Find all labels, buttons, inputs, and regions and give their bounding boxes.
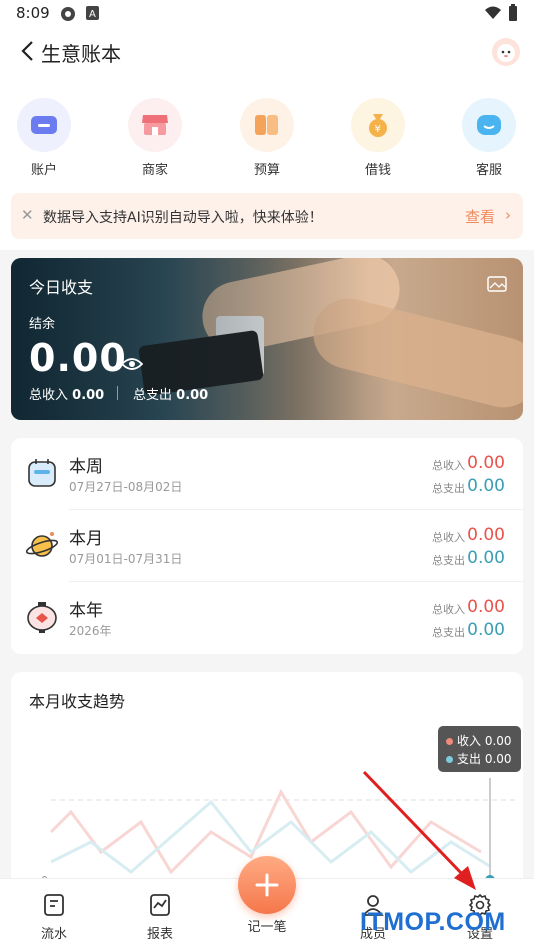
list-icon — [44, 894, 64, 916]
money-bag-icon: ¥ — [351, 98, 405, 152]
wallet-icon — [17, 98, 71, 152]
nav-label: 流水 — [40, 927, 67, 942]
nav-item-transactions[interactable]: 流水 — [24, 893, 84, 942]
add-record-button[interactable] — [238, 856, 296, 914]
expense-dot-icon — [446, 756, 453, 763]
expense-label: 总支出 — [432, 554, 465, 567]
period-summary-list: 本周 07月27日-08月02日 总收入 0.00 总支出 0.00 本月 07… — [11, 438, 523, 654]
period-name: 本年 — [69, 601, 103, 621]
app-notification-icon — [61, 7, 75, 21]
balance-value: 0.00 — [29, 336, 127, 380]
list-item-month[interactable]: 本月 07月01日-07月31日 总收入 0.00 总支出 0.00 — [11, 510, 523, 582]
promo-banner[interactable]: ✕ 数据导入支持AI识别自动导入啦，快来体验！ 查看 › — [11, 193, 523, 239]
quick-action-label: 预算 — [253, 163, 280, 178]
tooltip-expense-label: 支出 — [457, 752, 482, 766]
mascot-icon — [497, 44, 515, 62]
svg-text:A: A — [89, 9, 96, 20]
list-item-week[interactable]: 本周 07月27日-08月02日 总收入 0.00 总支出 0.00 — [11, 438, 523, 510]
quick-action-account[interactable]: 账户 — [14, 98, 74, 178]
list-item-year[interactable]: 本年 2026年 总收入 0.00 总支出 0.00 — [11, 582, 523, 654]
report-icon — [150, 894, 170, 916]
nav-label: 报表 — [146, 927, 173, 942]
back-arrow-icon[interactable] — [18, 40, 40, 62]
quick-action-label: 账户 — [30, 163, 57, 178]
avatar[interactable] — [492, 38, 520, 66]
quick-action-merchant[interactable]: 商家 — [125, 98, 185, 178]
watermark: ITMOP.COM — [360, 908, 506, 936]
income-value: 0.00 — [467, 525, 505, 545]
image-icon[interactable] — [487, 276, 507, 292]
expense-value: 0.00 — [467, 620, 505, 640]
income-value: 0.00 — [72, 388, 105, 403]
add-record-label: 记一笔 — [247, 920, 287, 935]
quick-action-label: 客服 — [475, 163, 502, 178]
income-label: 总收入 — [432, 603, 465, 616]
income-dot-icon — [446, 738, 453, 745]
wifi-icon — [485, 6, 501, 19]
quick-action-budget[interactable]: 预算 — [237, 98, 297, 178]
budget-icon — [240, 98, 294, 152]
period-date: 07月01日-07月31日 — [69, 552, 183, 566]
calendar-icon — [28, 459, 56, 487]
expense-label: 总支出 — [432, 626, 465, 639]
tooltip-income-row: 收入 0.00 — [446, 732, 512, 749]
expense-label: 总支出 — [133, 388, 173, 403]
income-value: 0.00 — [467, 597, 505, 617]
expense-label: 总支出 — [432, 482, 465, 495]
period-date: 2026年 — [69, 624, 112, 638]
tooltip-income-label: 收入 — [457, 734, 482, 748]
income-value: 0.00 — [467, 453, 505, 473]
balance-label: 结余 — [29, 317, 56, 332]
plus-icon — [255, 873, 279, 897]
font-notification-icon: A — [86, 6, 99, 20]
page-title: 生意账本 — [41, 42, 121, 66]
nav-item-reports[interactable]: 报表 — [130, 893, 190, 942]
quick-action-borrow[interactable]: ¥ 借钱 — [348, 98, 408, 178]
quick-action-customer-service[interactable]: 客服 — [459, 98, 519, 178]
income-summary: 总收入 0.00 — [29, 384, 104, 403]
app-header: 生意账本 — [0, 26, 534, 78]
expense-value: 0.00 — [176, 388, 209, 403]
svg-text:¥: ¥ — [375, 124, 381, 135]
close-icon[interactable]: ✕ — [21, 206, 34, 224]
today-title: 今日收支 — [29, 278, 94, 297]
eye-icon[interactable] — [121, 356, 143, 372]
period-name: 本周 — [69, 457, 103, 477]
income-label: 总收入 — [29, 388, 69, 403]
period-date: 07月27日-08月02日 — [69, 480, 183, 494]
chevron-right-icon: › — [505, 206, 511, 224]
chart-tooltip: 收入 0.00 支出 0.00 — [438, 726, 521, 772]
lantern-icon — [27, 602, 57, 633]
quick-action-label: 商家 — [141, 163, 168, 178]
tooltip-expense-value: 0.00 — [484, 752, 512, 766]
quick-action-label: 借钱 — [364, 163, 391, 178]
expense-value: 0.00 — [467, 476, 505, 496]
income-label: 总收入 — [432, 459, 465, 472]
today-summary-card[interactable]: 今日收支 结余 0.00 总收入 0.00 总支出 0.00 — [11, 258, 523, 420]
status-bar: 8:09 A — [0, 0, 534, 26]
planet-icon — [25, 532, 59, 557]
tooltip-income-value: 0.00 — [484, 734, 512, 748]
divider — [117, 386, 118, 400]
expense-summary: 总支出 0.00 — [133, 384, 208, 403]
period-name: 本月 — [69, 529, 103, 549]
customer-service-icon — [462, 98, 516, 152]
shop-icon — [128, 98, 182, 152]
expense-value: 0.00 — [467, 548, 505, 568]
status-time: 8:09 — [16, 4, 50, 22]
battery-icon — [509, 4, 517, 21]
banner-text: 数据导入支持AI识别自动导入啦，快来体验！ — [43, 210, 323, 226]
tooltip-expense-row: 支出 0.00 — [446, 750, 512, 767]
income-label: 总收入 — [432, 531, 465, 544]
banner-view-link[interactable]: 查看 — [465, 206, 495, 227]
